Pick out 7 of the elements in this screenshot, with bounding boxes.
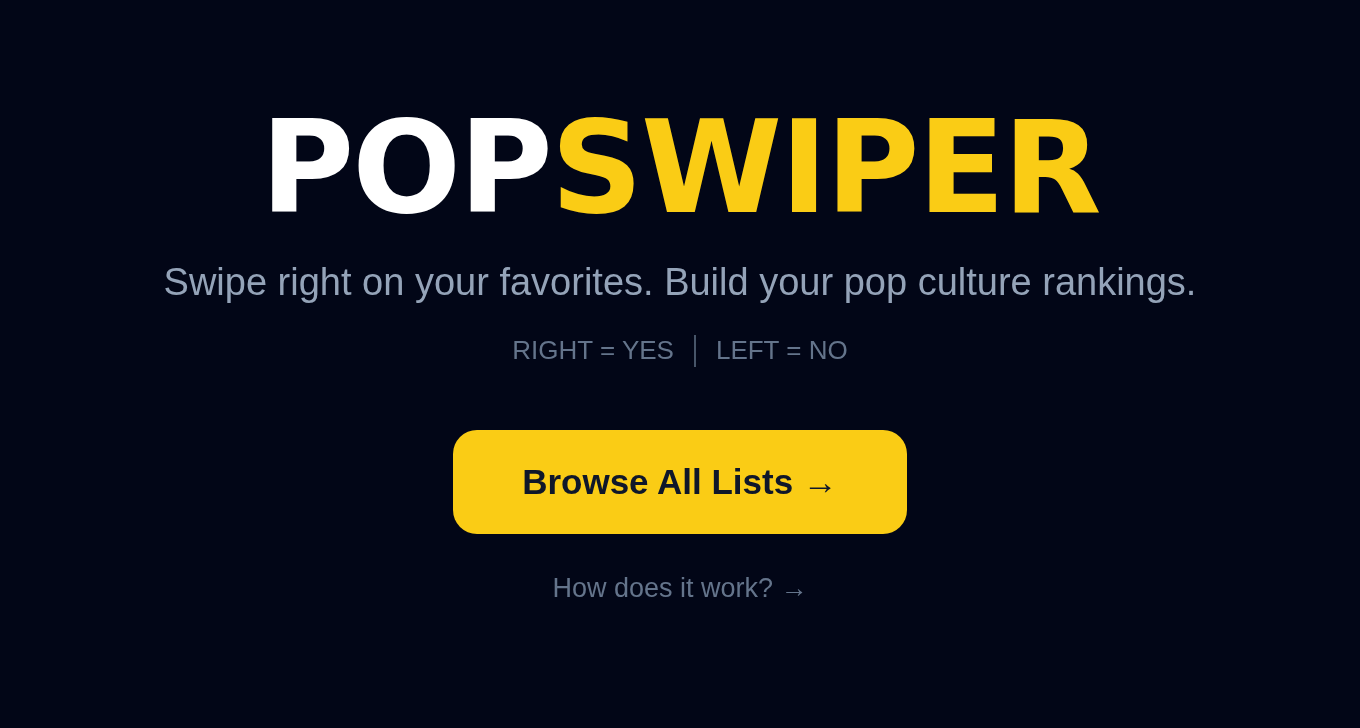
gesture-hint: RIGHT = YES bbox=[512, 334, 674, 367]
browse-lists-button[interactable]: Browse All Lists → bbox=[453, 430, 907, 534]
logo-text: SWIPER bbox=[550, 104, 1100, 232]
gesture-hint: LEFT = NO bbox=[715, 334, 848, 367]
tagline: Swipe right on your favorites. Build your pop culture rankings. bbox=[163, 260, 1197, 305]
logo-text: POP bbox=[260, 104, 551, 232]
help-link[interactable]: How does it work? → bbox=[552, 568, 808, 609]
